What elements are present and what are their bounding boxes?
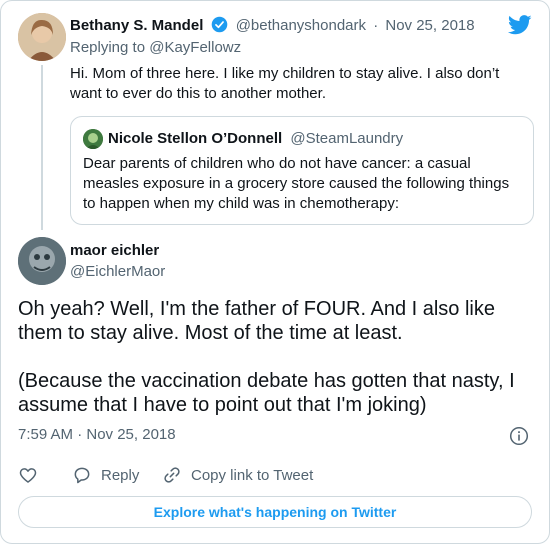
replying-handle-link[interactable]: @KayFellowz bbox=[149, 39, 241, 56]
tweet-timestamp[interactable]: 7:59 AM · Nov 25, 2018 bbox=[18, 426, 176, 443]
avatar-nicole bbox=[83, 129, 103, 149]
main-handle[interactable]: @EichlerMaor bbox=[70, 263, 165, 280]
explore-twitter-button[interactable]: Explore what's happening on Twitter bbox=[18, 496, 532, 528]
twitter-bird-icon[interactable] bbox=[507, 15, 532, 35]
thread-line bbox=[41, 65, 43, 230]
reply-bubble-icon bbox=[74, 467, 90, 484]
copy-link-label: Copy link to Tweet bbox=[191, 466, 314, 484]
parent-display-name[interactable]: Bethany S. Mandel bbox=[70, 17, 203, 34]
avatar-bethany[interactable] bbox=[18, 13, 66, 61]
avatar-maor[interactable] bbox=[18, 237, 66, 285]
info-icon[interactable] bbox=[509, 426, 529, 446]
main-tweet-paragraph-2: (Because the vaccination debate has gott… bbox=[18, 370, 515, 416]
heart-icon bbox=[19, 468, 37, 483]
parent-handle[interactable]: @bethanyshondark bbox=[236, 17, 366, 34]
replying-to-line: Replying to @KayFellowz bbox=[70, 39, 241, 56]
parent-tweet-text: Hi. Mom of three here. I like my childre… bbox=[70, 65, 500, 102]
quoted-author-row: Nicole Stellon O’Donnell @SteamLaundry bbox=[108, 130, 403, 147]
verified-badge-icon bbox=[211, 16, 228, 33]
separator-dot: · bbox=[373, 17, 379, 34]
quoted-display-name: Nicole Stellon O’Donnell bbox=[108, 130, 283, 147]
main-display-name[interactable]: maor eichler bbox=[70, 242, 159, 259]
reply-button[interactable]: Reply bbox=[72, 465, 139, 485]
quoted-tweet[interactable]: Nicole Stellon O’Donnell @SteamLaundry D… bbox=[70, 116, 534, 225]
quoted-tweet-text: Dear parents of children who do not have… bbox=[83, 155, 510, 212]
parent-author-row: Bethany S. Mandel @bethanyshondark · Nov… bbox=[70, 16, 475, 34]
parent-date[interactable]: Nov 25, 2018 bbox=[385, 17, 474, 34]
link-icon bbox=[164, 467, 180, 483]
embedded-tweet-card: Bethany S. Mandel @bethanyshondark · Nov… bbox=[0, 0, 550, 544]
main-tweet-text: Oh yeah? Well, I'm the father of FOUR. A… bbox=[18, 297, 533, 441]
quoted-handle: @SteamLaundry bbox=[290, 130, 404, 147]
like-button[interactable] bbox=[18, 465, 47, 485]
main-tweet-paragraph-1: Oh yeah? Well, I'm the father of FOUR. A… bbox=[18, 298, 495, 344]
replying-prefix: Replying to bbox=[70, 39, 146, 56]
copy-link-button[interactable]: Copy link to Tweet bbox=[162, 465, 313, 485]
reply-label: Reply bbox=[101, 466, 140, 484]
